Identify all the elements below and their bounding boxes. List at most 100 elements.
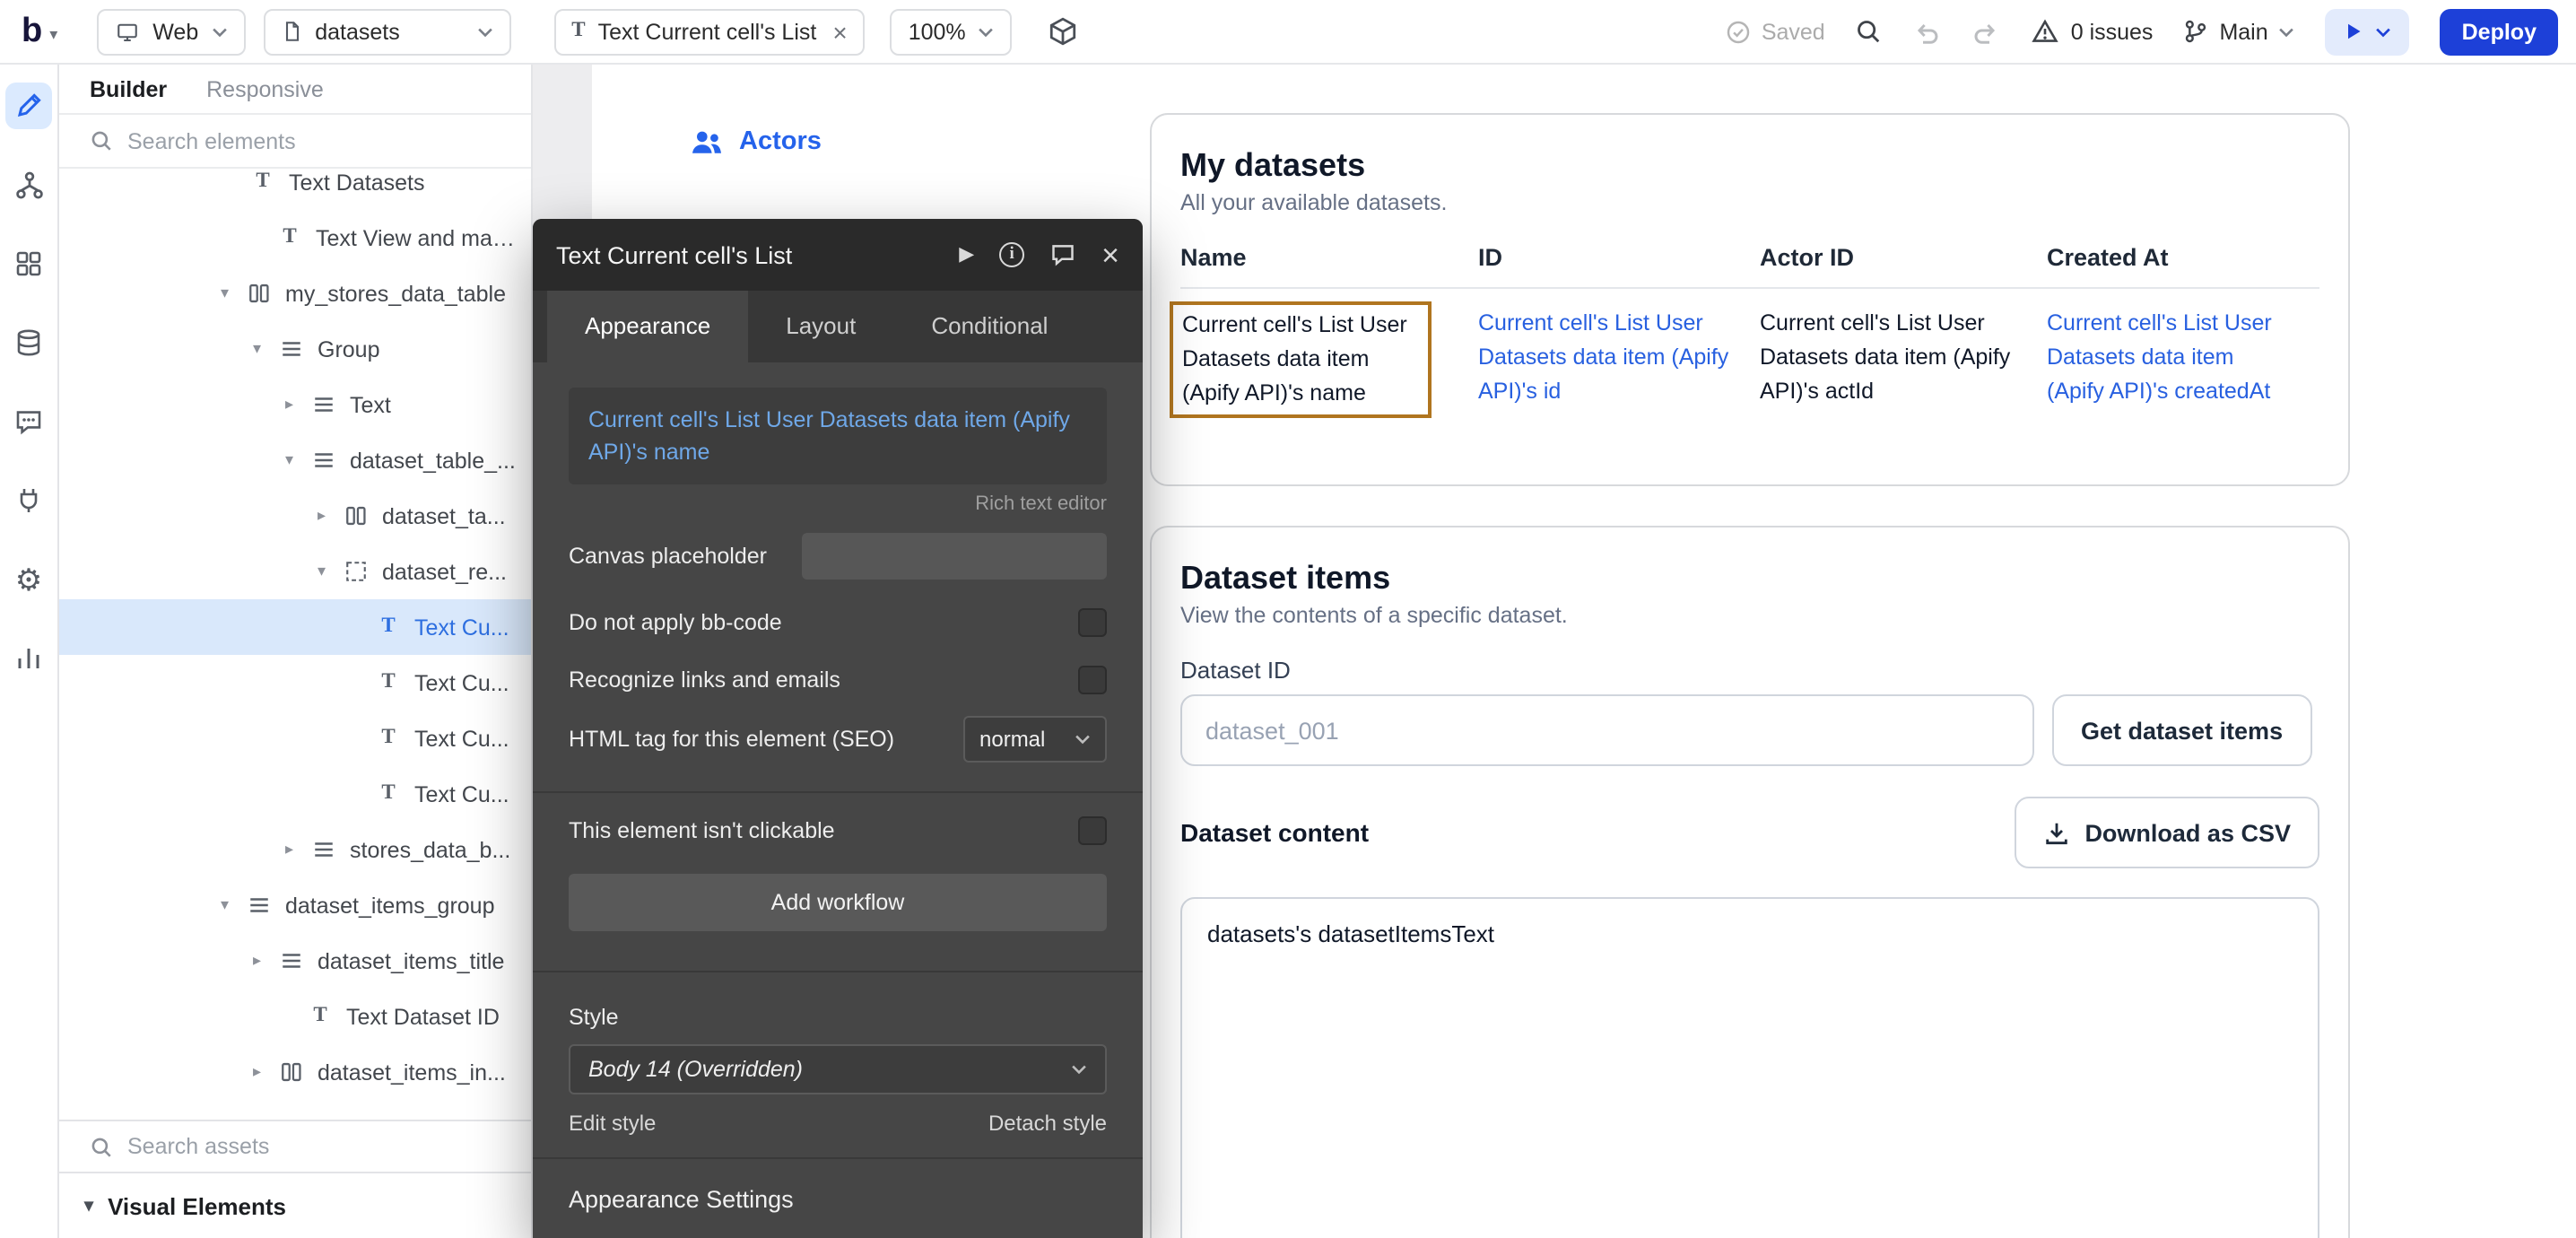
dataset-items-subtitle: View the contents of a specific dataset. [1180,603,2319,628]
logs-tab-icon[interactable] [5,635,52,682]
chevron-down-icon [211,26,227,37]
chevron-down-icon[interactable]: ▾ [221,895,246,915]
search-elements-input[interactable] [127,128,500,153]
columns-element-icon [248,282,271,305]
preview-run-button[interactable] [2326,8,2410,55]
tree-item-dataset-re[interactable]: ▾ dataset_re... [59,544,531,599]
data-tab-icon[interactable] [5,319,52,366]
tree-item-dataset-table[interactable]: ▾ dataset_table_... [59,432,531,488]
edit-style-link[interactable]: Edit style [569,1112,656,1137]
dataset-items-card: Dataset items View the contents of a spe… [1150,526,2350,1238]
tree-item-text-view[interactable]: T Text View and mana... [59,210,531,266]
issues-indicator[interactable]: 0 issues [2032,18,2154,45]
cell-id[interactable]: Current cell's List User Datasets data i… [1478,307,1760,419]
canvas-placeholder-row: Canvas placeholder [569,534,1107,580]
chevron-down-icon[interactable]: ▾ [221,283,246,303]
redo-icon[interactable] [1972,17,2001,46]
undo-icon[interactable] [1913,17,1942,46]
element-tab[interactable]: T Text Current cell's List × [553,8,865,55]
chevron-down-icon [979,26,995,37]
cell-name-selected[interactable]: Current cell's List User Datasets data i… [1180,307,1478,419]
tab-builder[interactable]: Builder [90,76,167,101]
bb-code-checkbox[interactable] [1078,609,1107,638]
component-library-icon[interactable] [1049,16,1079,47]
text-element-icon: T [381,673,395,693]
preview-element-icon[interactable]: ▶ [959,245,974,265]
tab-layout[interactable]: Layout [748,291,893,362]
appearance-settings-section[interactable]: Appearance Settings [569,1187,1107,1214]
tab-responsive[interactable]: Responsive [206,76,324,101]
not-clickable-checkbox[interactable] [1078,817,1107,846]
chevron-right-icon[interactable]: ▸ [253,951,278,971]
design-tab-icon[interactable] [5,83,52,129]
git-branch-icon [2183,18,2208,45]
workflow-tab-icon[interactable] [5,161,52,208]
dataset-content-box[interactable]: datasets's datasetItemsText [1180,897,2319,1238]
platform-label: Web [152,19,198,44]
tree-item-dataset-items-in[interactable]: ▸ dataset_items_in... [59,1044,531,1100]
tree-item-text-datasets[interactable]: T Text Datasets [59,169,531,210]
rich-text-editor-link[interactable]: Rich text editor [569,494,1107,516]
text-expression-editor[interactable]: Current cell's List User Datasets data i… [569,388,1107,485]
deploy-button[interactable]: Deploy [2441,8,2558,55]
chevron-right-icon[interactable]: ▸ [285,395,310,414]
styles-tab-icon[interactable] [5,398,52,445]
tab-conditional[interactable]: Conditional [893,291,1085,362]
group-element-icon [312,393,335,416]
tree-item-dataset-items-group[interactable]: ▾ dataset_items_group [59,877,531,933]
search-icon[interactable] [1856,18,1883,45]
tree-item-text-current-cell[interactable]: T Text Cu... [59,655,531,711]
chevron-down-icon[interactable]: ▾ [318,562,343,581]
search-assets-input[interactable] [127,1134,500,1159]
detach-style-link[interactable]: Detach style [988,1112,1107,1137]
chevron-right-icon[interactable]: ▸ [285,840,310,859]
zoom-label: 100% [909,19,966,44]
visual-elements-section[interactable]: ▾ Visual Elements [59,1172,531,1238]
tree-item-text-current-cell[interactable]: T Text Cu... [59,766,531,822]
app-menu-caret-icon[interactable]: ▾ [49,25,57,45]
canvas-placeholder-input[interactable] [802,534,1107,580]
html-tag-dropdown[interactable]: normal [963,717,1107,763]
info-icon[interactable]: i [999,242,1024,267]
bubble-logo[interactable]: b [22,14,42,48]
chevron-right-icon[interactable]: ▸ [318,506,343,526]
settings-tab-icon[interactable]: ⚙ [5,556,52,603]
style-dropdown[interactable]: Body 14 (Overridden) [569,1045,1107,1095]
cell-created-at[interactable]: Current cell's List User Datasets data i… [2047,307,2319,419]
tree-item-dataset-items-title[interactable]: ▸ dataset_items_title [59,933,531,989]
play-icon [2344,20,2365,43]
actors-people-icon [691,128,723,155]
plugins-tab-icon[interactable] [5,477,52,524]
download-csv-button[interactable]: Download as CSV [2015,797,2319,868]
tree-item-my-stores-data-table[interactable]: ▾ my_stores_data_table [59,266,531,321]
tree-item-dataset-ta[interactable]: ▸ dataset_ta... [59,488,531,544]
tree-item-text-current-cell-selected[interactable]: T Text Cu... [59,599,531,655]
close-tab-icon[interactable]: × [832,19,847,44]
tree-item-text[interactable]: ▸ Text [59,377,531,432]
nav-item-actors[interactable]: Actors [691,127,822,156]
recognize-links-checkbox[interactable] [1078,667,1107,695]
property-editor-header[interactable]: Text Current cell's List ▶ i × [533,219,1143,291]
branch-select[interactable]: Main [2183,18,2294,45]
tree-item-text-current-cell[interactable]: T Text Cu... [59,711,531,766]
chevron-down-icon[interactable]: ▾ [253,339,278,359]
tree-item-text-dataset-id[interactable]: T Text Dataset ID [59,989,531,1044]
cell-actor-id[interactable]: Current cell's List User Datasets data i… [1760,307,2047,419]
chevron-down-icon [2376,26,2392,37]
components-tab-icon[interactable] [5,240,52,287]
left-icon-rail: ⚙ [0,65,59,1238]
tree-item-stores-data-b[interactable]: ▸ stores_data_b... [59,822,531,877]
platform-select[interactable]: Web [97,8,245,55]
tab-appearance[interactable]: Appearance [547,291,748,362]
get-dataset-items-button[interactable]: Get dataset items [2052,694,2311,766]
chevron-right-icon[interactable]: ▸ [253,1062,278,1082]
page-select[interactable]: datasets [263,8,510,55]
tree-item-group[interactable]: ▾ Group [59,321,531,377]
dataset-id-input[interactable] [1180,694,2034,766]
add-workflow-button[interactable]: Add workflow [569,875,1107,932]
chevron-down-icon[interactable]: ▾ [285,450,310,470]
comment-icon[interactable] [1049,242,1076,267]
chevron-down-icon [476,26,492,37]
close-icon[interactable]: × [1101,240,1119,270]
zoom-select[interactable]: 100% [891,8,1013,55]
